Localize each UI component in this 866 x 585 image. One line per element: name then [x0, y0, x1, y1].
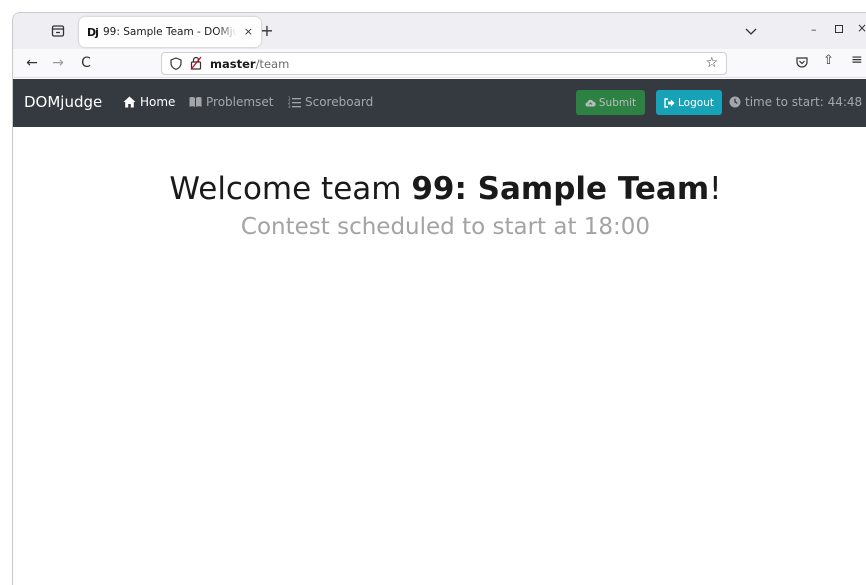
- welcome-suffix: !: [709, 171, 722, 207]
- submit-button[interactable]: Submit: [576, 90, 645, 115]
- main-content: Welcome team 99: Sample Team! Contest sc…: [13, 127, 866, 585]
- logout-button[interactable]: Logout: [656, 90, 722, 115]
- tab-favicon: Dj: [87, 25, 99, 39]
- window-maximize-button[interactable]: [835, 25, 843, 33]
- window-close-button[interactable]: ×: [857, 21, 866, 35]
- active-tab[interactable]: Dj 99: Sample Team - DOMjudge ×: [79, 17, 261, 47]
- url-bar[interactable]: master/team ☆: [161, 52, 727, 75]
- logout-label: Logout: [678, 96, 714, 109]
- cloud-upload-icon: [585, 99, 596, 106]
- welcome-heading: Welcome team 99: Sample Team!: [13, 171, 866, 207]
- domjudge-navbar: DOMjudge Home Problemset 123 Scoreboard …: [13, 79, 866, 127]
- contest-timer: time to start: 44:48: [729, 95, 862, 109]
- browser-toolbar: ← → C master/team ☆ ⇧ ≡: [13, 49, 866, 78]
- chevron-down-icon[interactable]: [743, 23, 759, 39]
- submit-label: Submit: [598, 96, 637, 109]
- shield-icon[interactable]: [170, 57, 182, 70]
- svg-text:3: 3: [288, 104, 291, 108]
- clock-icon: [729, 96, 741, 108]
- nav-scoreboard-link[interactable]: 123 Scoreboard: [288, 95, 373, 109]
- navbar-brand[interactable]: DOMjudge: [24, 93, 102, 111]
- tab-title: 99: Sample Team - DOMjudge: [103, 26, 237, 38]
- timer-text: time to start: 44:48: [745, 95, 863, 109]
- desktop-edge: [0, 0, 12, 585]
- list-icon: 123: [288, 96, 301, 108]
- tab-strip: Dj 99: Sample Team - DOMjudge × + – ×: [13, 13, 866, 49]
- menu-icon[interactable]: ≡: [851, 52, 863, 68]
- nav-scoreboard-label: Scoreboard: [305, 95, 374, 109]
- new-tab-button[interactable]: +: [257, 21, 277, 41]
- book-icon: [189, 97, 202, 107]
- star-icon[interactable]: ☆: [705, 55, 718, 71]
- window-minimize-button[interactable]: –: [811, 23, 817, 36]
- browser-window: Dj 99: Sample Team - DOMjudge × + – × ← …: [12, 12, 866, 585]
- url-text[interactable]: master/team: [210, 57, 289, 71]
- url-path: /team: [255, 57, 290, 71]
- contest-scheduled-text: Contest scheduled to start at 18:00: [240, 214, 651, 240]
- reload-button[interactable]: C: [77, 54, 95, 72]
- forward-button[interactable]: →: [49, 54, 67, 72]
- nav-home-label: Home: [140, 95, 176, 109]
- welcome-prefix: Welcome team: [169, 171, 412, 207]
- team-name: 99: Sample Team: [411, 171, 710, 207]
- nav-problemset-label: Problemset: [206, 95, 274, 109]
- share-icon[interactable]: ⇧: [823, 53, 834, 68]
- nav-problemset-link[interactable]: Problemset: [189, 95, 273, 109]
- tab-overview-icon[interactable]: [49, 22, 67, 40]
- home-icon: [123, 96, 136, 108]
- back-button[interactable]: ←: [23, 54, 41, 72]
- nav-home-link[interactable]: Home: [123, 95, 175, 109]
- tab-close-icon[interactable]: ×: [244, 25, 253, 39]
- pocket-icon[interactable]: [795, 55, 809, 69]
- lock-icon[interactable]: [190, 56, 202, 70]
- sign-out-icon: [664, 97, 675, 108]
- url-host: master: [210, 57, 256, 71]
